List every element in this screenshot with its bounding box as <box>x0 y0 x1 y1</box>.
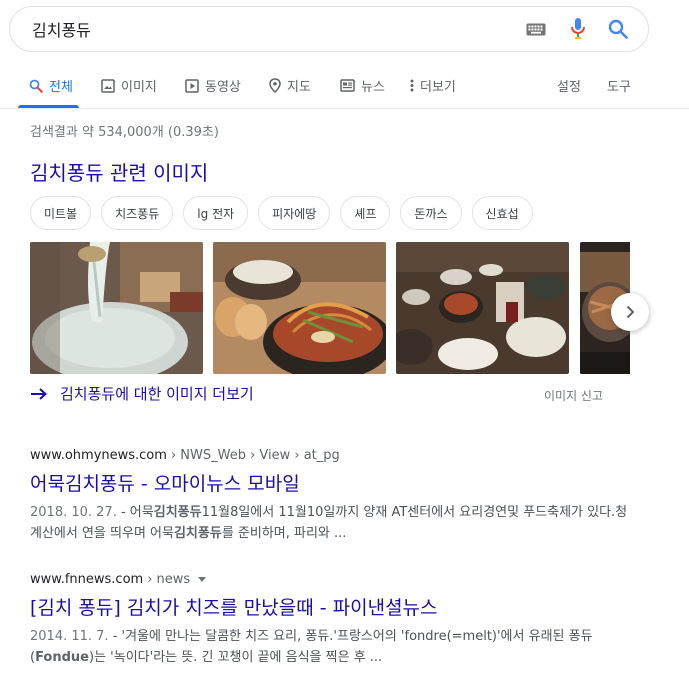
report-images-link[interactable]: 이미지 신고 <box>544 387 603 404</box>
tab-images[interactable]: 이미지 <box>101 76 157 95</box>
result-path: › news <box>147 572 191 587</box>
tab-label: 동영상 <box>205 80 241 95</box>
chip[interactable]: 신효섭 <box>471 196 533 230</box>
tools-link[interactable]: 도구 <box>607 76 631 95</box>
result-menu-caret-icon[interactable] <box>198 577 207 582</box>
map-pin-icon <box>269 78 281 93</box>
search-tabs: 전체 이미지 동영상 지도 뉴스 더보기 설정 도구 <box>0 62 689 109</box>
snippet-text: )는 '녹이다'라는 뜻. 긴 꼬챙이 끝에 음식을 찍은 후 ... <box>89 650 383 665</box>
images-section-title[interactable]: 김치퐁듀 관련 이미지 <box>30 157 208 186</box>
search-button[interactable] <box>598 7 638 51</box>
tab-label: 뉴스 <box>361 80 385 95</box>
settings-link[interactable]: 설정 <box>557 76 581 95</box>
tab-label: 전체 <box>49 80 73 95</box>
result-snippet: 2018. 10. 27. - 어묵김치퐁듀11월8일에서 11월10일까지 양… <box>30 502 630 544</box>
search-icon <box>608 19 628 39</box>
result-title[interactable]: 어묵김치퐁듀 - 오마이뉴스 모바일 <box>30 469 630 496</box>
chip[interactable]: 미트볼 <box>30 196 92 230</box>
tab-maps[interactable]: 지도 <box>269 76 311 95</box>
search-box[interactable]: 김치퐁듀 <box>9 6 649 52</box>
chip[interactable]: 치즈퐁듀 <box>101 196 174 230</box>
result-path: › NWS_Web › View › at_pg <box>170 448 340 463</box>
microphone-icon[interactable] <box>558 7 598 51</box>
result-snippet: 2014. 11. 7. - '겨울에 만나는 달콤한 치즈 요리, 퐁듀.'프… <box>30 626 630 668</box>
search-result: www.ohmynews.com › NWS_Web › View › at_p… <box>30 448 630 544</box>
result-domain: www.fnnews.com <box>30 572 144 587</box>
result-domain: www.ohmynews.com <box>30 448 167 463</box>
search-icon <box>29 79 43 93</box>
chevron-right-icon <box>626 305 635 319</box>
arrow-right-icon <box>31 387 47 400</box>
tab-videos[interactable]: 동영상 <box>185 76 241 95</box>
image-thumbnail[interactable] <box>213 242 386 374</box>
tab-label: 이미지 <box>121 80 157 95</box>
snippet-highlight: Fondue <box>35 650 89 665</box>
result-url[interactable]: www.ohmynews.com › NWS_Web › View › at_p… <box>30 448 630 463</box>
chip[interactable]: 피자에땅 <box>258 196 331 230</box>
image-icon <box>101 78 115 93</box>
carousel-next-button[interactable] <box>611 293 649 331</box>
result-date: 2018. 10. 27. <box>30 505 117 520</box>
result-title[interactable]: [김치 퐁듀] 김치가 치즈를 만났을때 - 파이낸셜뉴스 <box>30 593 630 620</box>
search-result: www.fnnews.com › news [김치 퐁듀] 김치가 치즈를 만났… <box>30 572 630 668</box>
tab-label: 더보기 <box>420 80 456 95</box>
image-filter-chips: 미트볼 치즈퐁듀 lg 전자 피자에땅 셰프 돈까스 신효섭 <box>30 196 533 230</box>
chip[interactable]: 돈까스 <box>400 196 462 230</box>
chip[interactable]: 셰프 <box>340 196 391 230</box>
tab-all[interactable]: 전체 <box>29 76 73 95</box>
result-date: 2014. 11. 7. <box>30 629 109 644</box>
tab-news[interactable]: 뉴스 <box>340 76 385 95</box>
snippet-highlight: 김치퐁듀 <box>173 526 222 541</box>
keyboard-icon[interactable] <box>516 7 556 51</box>
snippet-text: 를 준비하며, 파리와 ... <box>221 526 347 541</box>
image-carousel <box>30 242 630 374</box>
tab-label: 지도 <box>287 80 311 95</box>
result-stats: 검색결과 약 534,000개 (0.39초) <box>30 125 219 140</box>
news-icon <box>340 79 355 92</box>
image-thumbnail[interactable] <box>30 242 203 374</box>
chip[interactable]: lg 전자 <box>183 196 249 230</box>
image-thumbnail[interactable] <box>396 242 569 374</box>
active-tab-indicator <box>18 105 79 108</box>
more-images-link[interactable]: 김치퐁듀에 대한 이미지 더보기 <box>30 383 254 404</box>
more-dots-icon <box>410 79 414 92</box>
tab-more[interactable]: 더보기 <box>410 76 456 95</box>
result-url[interactable]: www.fnnews.com › news <box>30 572 630 587</box>
snippet-text: - 어묵 <box>116 505 154 520</box>
search-input[interactable]: 김치퐁듀 <box>32 17 516 41</box>
video-icon <box>185 78 199 93</box>
snippet-highlight: 김치퐁듀 <box>153 505 202 520</box>
more-images-label: 김치퐁듀에 대한 이미지 더보기 <box>60 385 254 403</box>
